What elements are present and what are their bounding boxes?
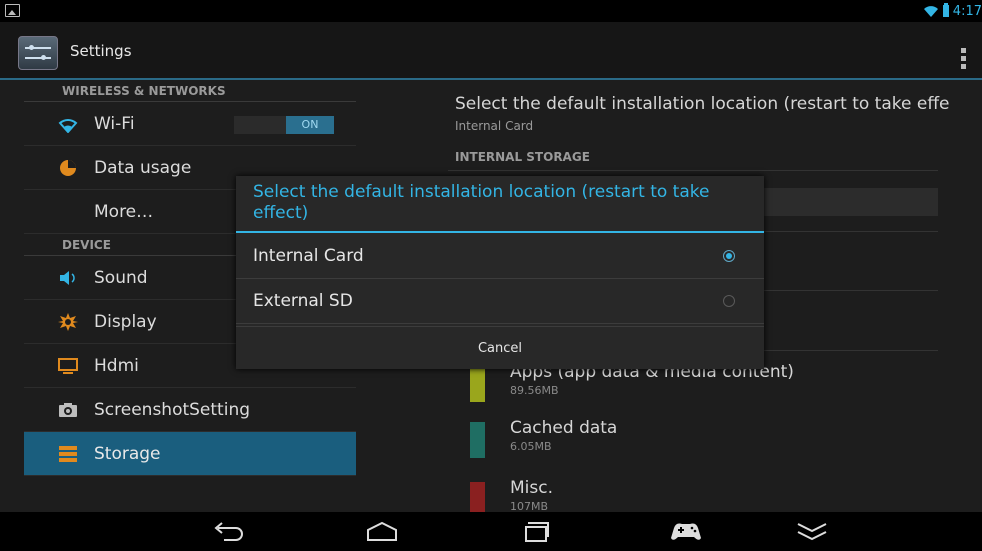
storage-item-name: Misc.: [510, 478, 553, 498]
overflow-menu-icon[interactable]: [961, 48, 966, 72]
sidebar-item-storage[interactable]: Storage: [24, 432, 356, 476]
storage-item-misc[interactable]: Misc. 107MB: [448, 476, 938, 512]
clock: 4:17: [952, 3, 982, 19]
storage-item-name: Cached data: [510, 418, 618, 438]
sidebar-item-label: Wi-Fi: [94, 114, 135, 134]
option-internal-card[interactable]: Internal Card: [236, 235, 764, 279]
storage-item-cached-data[interactable]: Cached data 6.05MB: [448, 416, 938, 464]
dialog-title: Select the default installation location…: [253, 182, 710, 223]
radio-unselected-icon[interactable]: [723, 295, 735, 307]
sidebar-item-label: Data usage: [94, 158, 192, 178]
action-bar: Settings: [0, 22, 982, 80]
battery-icon: [942, 3, 949, 17]
sidebar-item-label: Display: [94, 312, 157, 332]
color-swatch: [470, 482, 485, 512]
option-label: Internal Card: [253, 246, 364, 266]
status-icons: 4:17: [923, 2, 982, 20]
radio-selected-icon[interactable]: [723, 250, 735, 262]
home-icon[interactable]: [364, 520, 400, 542]
sidebar-item-screenshot-setting[interactable]: ScreenshotSetting: [24, 388, 356, 432]
option-label: External SD: [253, 291, 353, 311]
data-usage-icon: [60, 160, 76, 176]
wifi-icon: [923, 5, 938, 17]
sidebar-item-label: Storage: [94, 444, 161, 464]
sidebar-item-label: ScreenshotSetting: [94, 400, 251, 420]
color-swatch: [470, 366, 485, 402]
wifi-toggle[interactable]: ON: [234, 116, 334, 134]
toggle-state: ON: [286, 116, 334, 134]
navigation-bar: [0, 512, 982, 551]
install-location-title[interactable]: Select the default installation location…: [455, 94, 950, 114]
sidebar-item-label: Hdmi: [94, 356, 139, 376]
option-external-sd[interactable]: External SD: [236, 280, 764, 324]
camera-icon: [59, 403, 77, 417]
storage-item-size: 89.56MB: [510, 384, 559, 397]
storage-item-size: 6.05MB: [510, 440, 552, 453]
monitor-icon: [58, 358, 78, 374]
brightness-icon: [58, 313, 78, 331]
status-bar: 4:17: [0, 0, 982, 22]
recent-apps-icon[interactable]: [518, 520, 554, 542]
sidebar-item-label: Sound: [94, 268, 148, 288]
page-title: Settings: [70, 42, 132, 60]
storage-icon: [59, 446, 77, 462]
sidebar-item-wifi[interactable]: Wi-Fi ON: [24, 102, 356, 146]
sidebar-item-label: More…: [94, 202, 154, 222]
hide-bar-icon[interactable]: [794, 520, 830, 542]
gamepad-icon[interactable]: [668, 520, 704, 542]
install-location-dialog: Select the default installation location…: [236, 176, 764, 369]
divider: [448, 170, 938, 171]
cancel-button[interactable]: Cancel: [236, 326, 764, 369]
color-swatch: [470, 422, 485, 458]
dialog-title-divider: [236, 231, 764, 233]
install-location-value: Internal Card: [455, 119, 534, 133]
gallery-icon: [5, 4, 20, 17]
storage-item-size: 107MB: [510, 500, 549, 512]
settings-app-icon[interactable]: [18, 36, 58, 70]
section-header-wireless: WIRELESS & NETWORKS: [24, 80, 356, 102]
wifi-icon: [58, 119, 78, 133]
section-header-internal-storage: INTERNAL STORAGE: [455, 150, 590, 164]
back-icon[interactable]: [210, 520, 246, 542]
speaker-icon: [60, 271, 75, 285]
